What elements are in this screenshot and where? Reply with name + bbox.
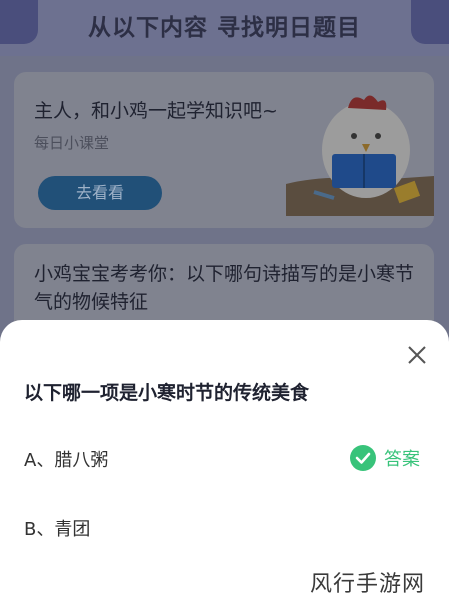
- go-see-button[interactable]: 去看看: [38, 176, 162, 210]
- check-circle-icon: [350, 445, 376, 471]
- option-b[interactable]: B、青团: [24, 515, 90, 541]
- top-banner: 从以下内容 寻找明日题目: [0, 0, 449, 56]
- answer-sheet: 以下哪一项是小寒时节的传统美食 A、腊八粥 答案 B、青团: [0, 320, 449, 600]
- banner-title: 从以下内容 寻找明日题目: [87, 15, 361, 41]
- chick-mascot-icon: [286, 95, 434, 216]
- close-icon[interactable]: [402, 340, 432, 370]
- quiz-question: 小鸡宝宝考考你：以下哪句诗描写的是小寒节气的物候特征: [34, 263, 415, 313]
- option-a[interactable]: A、腊八粥: [24, 446, 108, 472]
- answer-label: 答案: [384, 449, 420, 470]
- daily-class-card: 主人，和小鸡一起学知识吧~ 每日小课堂 去看看: [14, 72, 434, 228]
- daily-class-subtitle: 每日小课堂: [34, 134, 110, 152]
- daily-class-title: 主人，和小鸡一起学知识吧~: [34, 100, 278, 122]
- answer-badge: 答案: [350, 444, 420, 472]
- site-watermark: 风行手游网: [310, 572, 426, 597]
- sheet-question-title: 以下哪一项是小寒时节的传统美食: [24, 382, 310, 404]
